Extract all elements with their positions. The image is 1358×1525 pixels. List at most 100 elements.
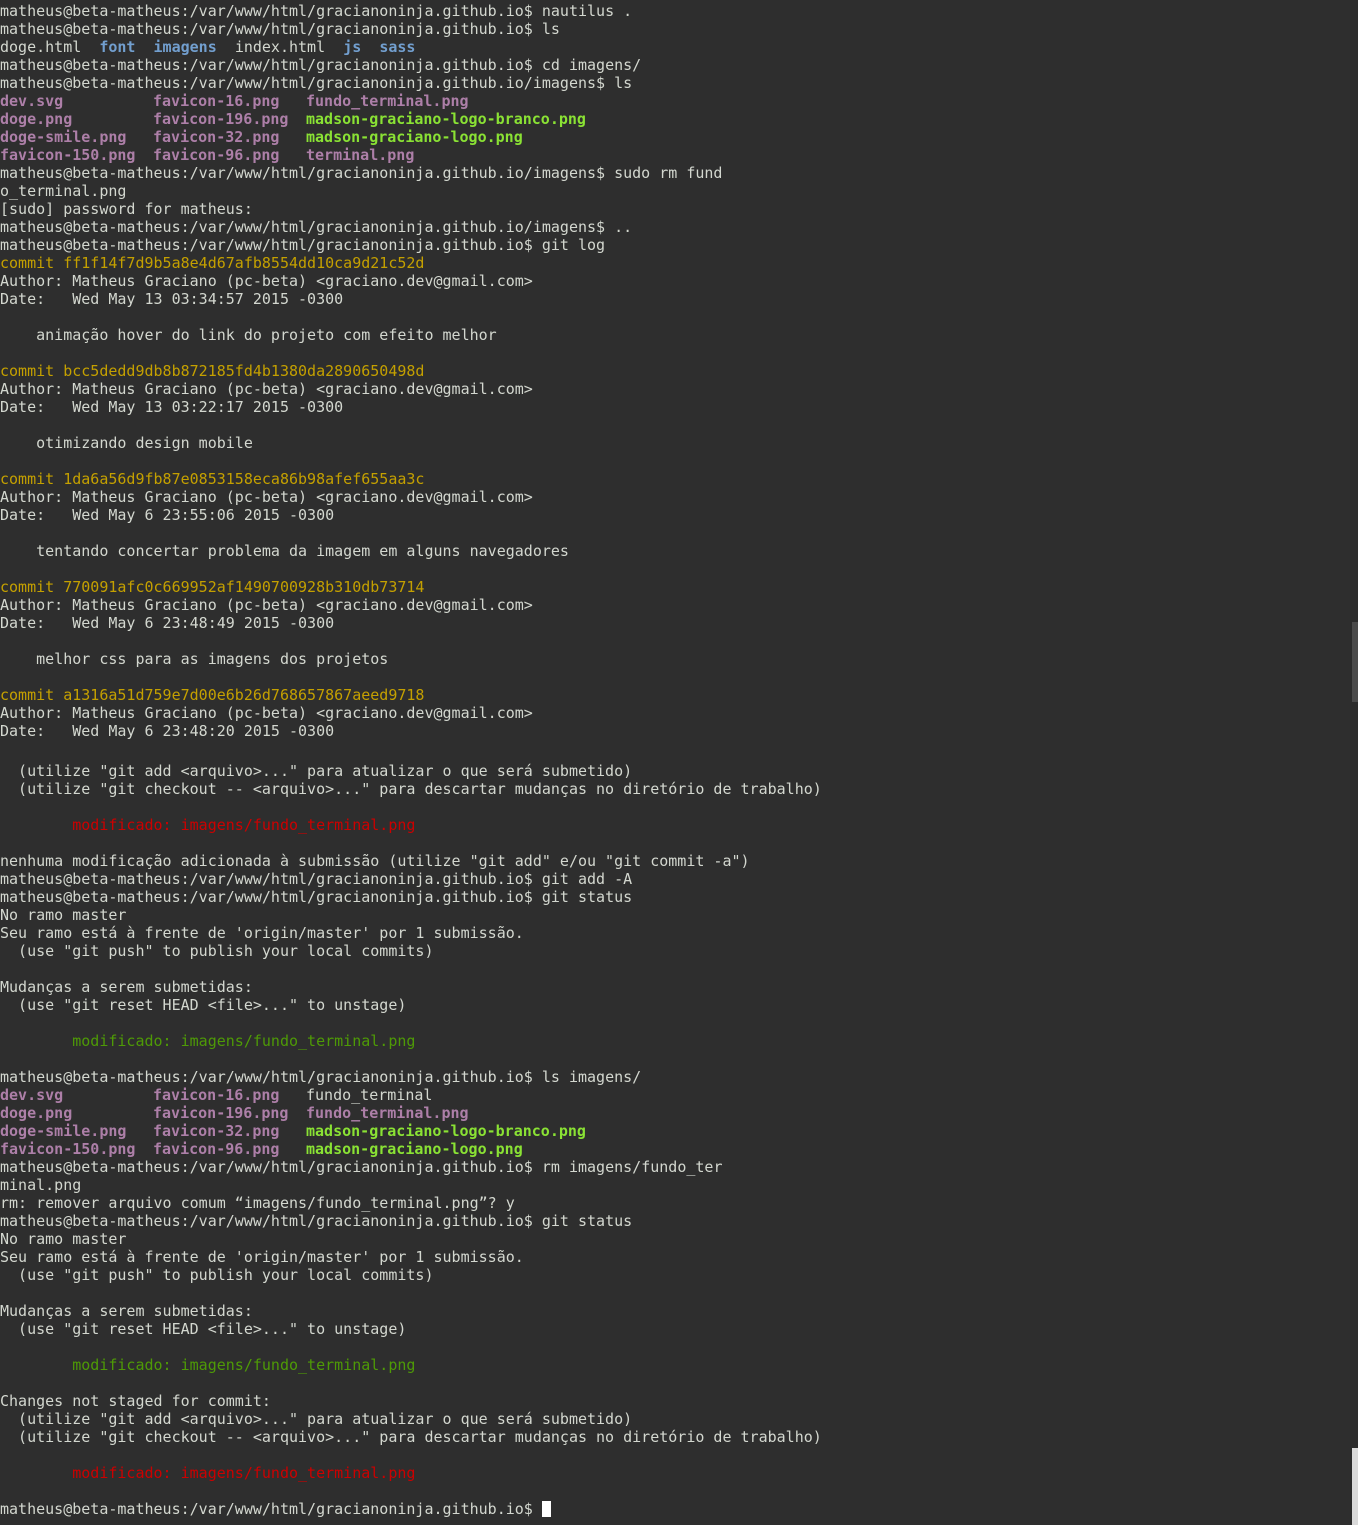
commit-hash: commit bcc5dedd9db8b872185fd4b1380da2890…: [0, 362, 425, 380]
commit-date: Date: Wed May 13 03:22:17 2015 -0300: [0, 398, 344, 416]
file-name: madson-graciano-logo-branco.png: [306, 1122, 586, 1140]
scrollbar-track[interactable]: [1350, 0, 1358, 1525]
directory-name: font: [99, 38, 136, 56]
command-wrap: o_terminal.png: [0, 182, 127, 200]
file-name: favicon-16.png: [153, 1086, 280, 1104]
active-prompt-line[interactable]: matheus@beta-matheus:/var/www/html/graci…: [0, 1500, 1350, 1518]
commit-author: Author: Matheus Graciano (pc-beta) <grac…: [0, 596, 533, 614]
terminal-line: matheus@beta-matheus:/var/www/html/graci…: [0, 2, 1350, 20]
command-text: git status: [532, 888, 633, 906]
file-name: favicon-150.png: [0, 1140, 136, 1158]
shell-prompt: matheus@beta-matheus:/var/www/html/graci…: [0, 870, 533, 888]
file-name: madson-graciano-logo-branco.png: [306, 110, 586, 128]
commit-message: animação hover do link do projeto com ef…: [0, 326, 497, 344]
git-hint: (utilize "git checkout -- <arquivo>..." …: [0, 1428, 822, 1446]
file-name: doge-smile.png: [0, 128, 127, 146]
scrollbar-thumb[interactable]: [1352, 1448, 1358, 1525]
git-hint: (utilize "git add <arquivo>..." para atu…: [0, 762, 633, 780]
commit-hash: commit ff1f14f7d9b5a8e4d67afb8554dd10ca9…: [0, 254, 425, 272]
staged-change: modificado: imagens/fundo_terminal.png: [0, 1356, 416, 1374]
commit-author: Author: Matheus Graciano (pc-beta) <grac…: [0, 380, 533, 398]
ls-output-row: doge.png favicon-196.png fundo_terminal.pn…: [0, 1104, 1350, 1122]
command-text: ls imagens/: [532, 1068, 642, 1086]
terminal-line: matheus@beta-matheus:/var/www/html/graci…: [0, 1068, 1350, 1086]
file-name: madson-graciano-logo.png: [306, 1140, 523, 1158]
terminal-line: matheus@beta-matheus:/var/www/html/graci…: [0, 56, 1350, 74]
shell-prompt: matheus@beta-matheus:/var/www/html/graci…: [0, 236, 533, 254]
git-branch: No ramo master: [0, 1230, 127, 1248]
ls-output-row: doge.png favicon-196.png madson-graciano-l…: [0, 110, 1350, 128]
commit-author: Author: Matheus Graciano (pc-beta) <grac…: [0, 272, 533, 290]
shell-prompt: matheus@beta-matheus:/var/www/html/graci…: [0, 2, 533, 20]
command-text: ..: [605, 218, 633, 236]
ls-output-row: favicon-150.png favicon-96.png terminal.pn…: [0, 146, 1350, 164]
file-name: favicon-96.png: [153, 146, 280, 164]
shell-prompt: matheus@beta-matheus:/var/www/html/graci…: [0, 20, 533, 38]
directory-name: imagens: [153, 38, 217, 56]
shell-prompt: matheus@beta-matheus:/var/www/html/graci…: [0, 1158, 533, 1176]
file-name: favicon-150.png: [0, 146, 136, 164]
file-name: madson-graciano-logo.png: [306, 128, 523, 146]
terminal-line: matheus@beta-matheus:/var/www/html/graci…: [0, 20, 1350, 38]
commit-date: Date: Wed May 6 23:55:06 2015 -0300: [0, 506, 335, 524]
file-name: favicon-196.png: [153, 1104, 289, 1122]
command-text: ls: [605, 74, 633, 92]
commit-author: Author: Matheus Graciano (pc-beta) <grac…: [0, 488, 533, 506]
shell-prompt: matheus@beta-matheus:/var/www/html/graci…: [0, 56, 533, 74]
unstaged-change: modificado: imagens/fundo_terminal.png: [0, 816, 416, 834]
commit-hash: commit 770091afc0c669952af1490700928b310…: [0, 578, 425, 596]
command-wrap: minal.png: [0, 1176, 82, 1194]
ls-output-row: dev.svg favicon-16.png fundo_terminal.png: [0, 92, 1350, 110]
terminal-line: matheus@beta-matheus:/var/www/html/graci…: [0, 1212, 1350, 1230]
file-name: doge.png: [0, 1104, 73, 1122]
terminal-line: matheus@beta-matheus:/var/www/html/graci…: [0, 236, 1350, 254]
commit-message: melhor css para as imagens dos projetos: [0, 650, 389, 668]
commit-date: Date: Wed May 6 23:48:49 2015 -0300: [0, 614, 335, 632]
git-ahead: Seu ramo está à frente de 'origin/master…: [0, 924, 524, 942]
terminal-line: matheus@beta-matheus:/var/www/html/graci…: [0, 888, 1350, 906]
file-name: favicon-96.png: [153, 1140, 280, 1158]
terminal-line: matheus@beta-matheus:/var/www/html/graci…: [0, 1158, 1350, 1176]
git-ahead: Seu ramo está à frente de 'origin/master…: [0, 1248, 524, 1266]
command-text: git status: [532, 1212, 633, 1230]
file-name: fundo_terminal: [306, 1086, 433, 1104]
file-name: favicon-196.png: [153, 110, 289, 128]
shell-prompt: matheus@beta-matheus:/var/www/html/graci…: [0, 218, 606, 236]
rm-confirmation: rm: remover arquivo comum “imagens/fundo…: [0, 1194, 515, 1212]
git-section-title: Mudanças a serem submetidas:: [0, 1302, 253, 1320]
ls-output-row: doge-smile.png favicon-32.png madson-graci…: [0, 1122, 1350, 1140]
sudo-prompt: [sudo] password for matheus:: [0, 200, 253, 218]
git-section-title: Changes not staged for commit:: [0, 1392, 271, 1410]
command-text: ls: [532, 20, 560, 38]
shell-prompt: matheus@beta-matheus:/var/www/html/graci…: [0, 1212, 533, 1230]
shell-prompt: matheus@beta-matheus:/var/www/html/graci…: [0, 1068, 533, 1086]
file-name: fundo_terminal.png: [306, 1104, 469, 1122]
commit-hash: commit a1316a51d759e7d00e6b26d768657867a…: [0, 686, 425, 704]
directory-name: js: [343, 38, 362, 56]
terminal-window[interactable]: matheus@beta-matheus:/var/www/html/graci…: [0, 0, 1350, 1525]
text-cursor: [541, 1501, 551, 1517]
command-text: git log: [532, 236, 606, 254]
command-text: git add -A: [532, 870, 633, 888]
terminal-line: matheus@beta-matheus:/var/www/html/graci…: [0, 218, 1350, 236]
shell-prompt: matheus@beta-matheus:/var/www/html/graci…: [0, 74, 606, 92]
file-name: doge.html: [0, 38, 82, 56]
commit-message: otimizando design mobile: [0, 434, 253, 452]
file-name: doge-smile.png: [0, 1122, 127, 1140]
terminal-line: matheus@beta-matheus:/var/www/html/graci…: [0, 164, 1350, 182]
git-hint: (use "git push" to publish your local co…: [0, 1266, 434, 1284]
commit-date: Date: Wed May 6 23:48:20 2015 -0300: [0, 722, 335, 740]
ls-output-row: favicon-150.png favicon-96.png madson-grac…: [0, 1140, 1350, 1158]
git-hint: (use "git reset HEAD <file>..." to unsta…: [0, 996, 407, 1014]
file-name: favicon-32.png: [153, 128, 280, 146]
staged-change: modificado: imagens/fundo_terminal.png: [0, 1032, 416, 1050]
git-hint: (utilize "git add <arquivo>..." para atu…: [0, 1410, 633, 1428]
file-name: fundo_terminal.png: [306, 92, 469, 110]
ls-output-row: doge.html font imagens index.html js sas…: [0, 38, 1350, 56]
command-text: rm imagens/fundo_ter: [532, 1158, 723, 1176]
commit-date: Date: Wed May 13 03:34:57 2015 -0300: [0, 290, 344, 308]
scrollbar-marker: [1352, 622, 1358, 702]
ls-output-row: doge-smile.png favicon-32.png madson-graci…: [0, 128, 1350, 146]
git-hint: (use "git reset HEAD <file>..." to unsta…: [0, 1320, 407, 1338]
command-text: sudo rm fund: [605, 164, 723, 182]
